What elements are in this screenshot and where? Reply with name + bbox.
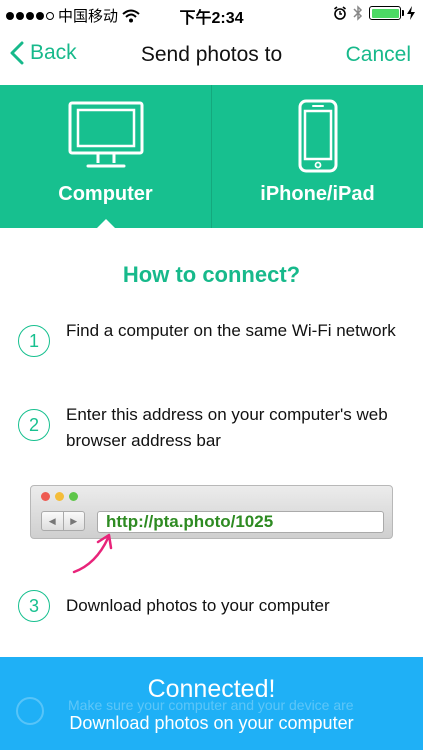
charging-icon bbox=[407, 6, 415, 20]
battery-icon bbox=[369, 6, 404, 20]
alarm-icon bbox=[334, 6, 346, 20]
step-number-badge: 1 bbox=[18, 325, 50, 357]
tab-iphone-ipad-label: iPhone/iPad bbox=[260, 183, 375, 205]
step-text: Download photos to your computer bbox=[66, 596, 330, 615]
step-number-badge: 3 bbox=[18, 590, 50, 622]
step-2: 2 Enter this address on your computer's … bbox=[18, 402, 406, 454]
section-heading: How to connect? bbox=[122, 262, 301, 287]
navigation-bar: Back Send photos to Cancel bbox=[0, 28, 423, 85]
tab-computer[interactable]: Computer bbox=[0, 85, 211, 229]
phone-icon bbox=[298, 99, 337, 173]
pointer-arrow-icon bbox=[72, 533, 113, 574]
tab-iphone-ipad[interactable]: iPhone/iPad bbox=[211, 85, 423, 228]
selected-indicator bbox=[95, 219, 116, 229]
step-number-badge: 2 bbox=[18, 409, 50, 441]
step-3: 3 Download photos to your computer bbox=[18, 590, 406, 622]
banner-title: Connected! bbox=[147, 675, 276, 703]
triangle-left-icon: ◀ bbox=[48, 515, 56, 526]
banner-subtitle: Download photos on your computer bbox=[69, 713, 354, 733]
destination-selector: Computer iPhone/iPad bbox=[0, 85, 423, 229]
step-text: Enter this address on your computer's we… bbox=[66, 405, 388, 450]
step-text: Find a computer on the same Wi-Fi networ… bbox=[66, 321, 396, 340]
monitor-icon bbox=[68, 101, 143, 168]
tab-computer-label: Computer bbox=[58, 183, 153, 205]
bluetooth-icon bbox=[353, 5, 363, 21]
cancel-button[interactable]: Cancel bbox=[346, 43, 411, 67]
status-bar: 中国移动 下午2:34 bbox=[0, 0, 423, 28]
connected-banner: Make sure your computer and your device … bbox=[0, 657, 423, 750]
step-1: 1 Find a computer on the same Wi-Fi netw… bbox=[18, 318, 406, 357]
address-bar-url: http://pta.photo/1025 bbox=[97, 511, 384, 533]
window-controls-icon bbox=[41, 492, 78, 501]
